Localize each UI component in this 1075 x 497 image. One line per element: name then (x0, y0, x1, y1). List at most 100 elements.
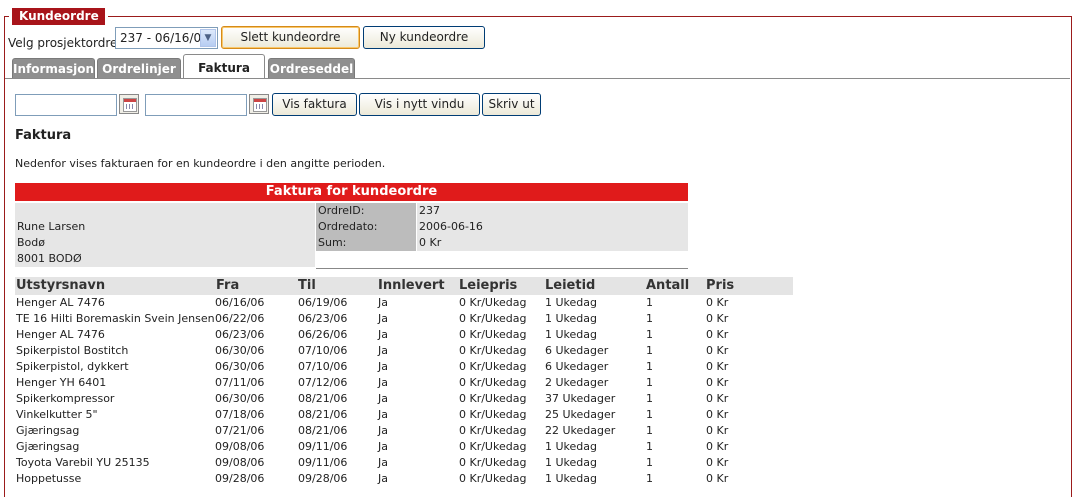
show-new-window-button[interactable]: Vis i nytt vindu (359, 93, 480, 116)
cell-rent-price: 0 Kr/Ukedag (459, 424, 527, 437)
calendar-icon[interactable] (119, 94, 139, 114)
table-row: Toyota Varebil YU 25135 09/08/06 09/11/06 J… (15, 455, 793, 471)
cell-rent-period: 22 Ukedager (545, 424, 616, 437)
column-header: Utstyrsnavn (16, 278, 106, 293)
cell-item-name: Gjæringsag (16, 424, 80, 437)
cell-to-date: 06/19/06 (298, 296, 348, 309)
cell-returned: Ja (378, 456, 388, 469)
cell-to-date: 07/10/06 (298, 360, 348, 373)
cell-from-date: 06/30/06 (215, 344, 265, 357)
cell-rent-period: 1 Ukedag (545, 312, 597, 325)
cell-rent-price: 0 Kr/Ukedag (459, 312, 527, 325)
column-header: Fra (216, 278, 240, 293)
page-description: Nedenfor vises fakturaen for en kundeord… (15, 157, 386, 170)
cell-rent-period: 1 Ukedag (545, 296, 597, 309)
column-header: Leiepris (459, 278, 518, 293)
table-row: Henger YH 6401 07/11/06 07/12/06 Ja 0 Kr/Uke… (15, 375, 793, 391)
cell-price: 0 Kr (706, 344, 729, 357)
cell-rent-period: 1 Ukedag (545, 328, 597, 341)
cell-from-date: 06/30/06 (215, 392, 265, 405)
cell-rent-price: 0 Kr/Ukedag (459, 376, 527, 389)
cell-returned: Ja (378, 408, 388, 421)
cell-to-date: 07/12/06 (298, 376, 348, 389)
cell-returned: Ja (378, 424, 388, 437)
cell-rent-period: 2 Ukedager (545, 376, 609, 389)
cell-rent-price: 0 Kr/Ukedag (459, 344, 527, 357)
cell-returned: Ja (378, 296, 388, 309)
cell-from-date: 06/23/06 (215, 328, 265, 341)
cell-returned: Ja (378, 440, 388, 453)
cell-to-date: 06/23/06 (298, 312, 348, 325)
tab-ordrelinjer[interactable]: Ordrelinjer (97, 58, 181, 78)
cell-returned: Ja (378, 312, 388, 325)
cell-quantity: 1 (646, 360, 653, 373)
cell-item-name: Henger AL 7476 (16, 296, 105, 309)
cell-price: 0 Kr (706, 440, 729, 453)
date-from-input[interactable] (15, 94, 117, 116)
cell-quantity: 1 (646, 328, 653, 341)
project-select-value: 237 - 06/16/06 (120, 31, 209, 45)
table-row: Spikerpistol, dykkert 06/30/06 07/10/06 Ja 0… (15, 359, 793, 375)
new-order-button[interactable]: Ny kundeordre (363, 26, 485, 49)
table-row: Spikerkompressor 06/30/06 08/21/06 Ja 0 Kr/U… (15, 391, 793, 407)
cell-from-date: 06/30/06 (215, 360, 265, 373)
order-sum-value: 0 Kr (417, 235, 688, 251)
tab-faktura[interactable]: Faktura (183, 54, 265, 79)
print-button[interactable]: Skriv ut (482, 93, 541, 116)
cell-quantity: 1 (646, 296, 653, 309)
chevron-down-icon[interactable]: ▼ (200, 29, 216, 47)
cell-price: 0 Kr (706, 360, 729, 373)
frame-legend: Kundeordre (9, 5, 108, 28)
cell-to-date: 08/21/06 (298, 408, 348, 421)
cell-returned: Ja (378, 328, 388, 341)
cell-returned: Ja (378, 392, 388, 405)
customer-name: Rune Larsen (15, 219, 315, 235)
tab-ordreseddel[interactable]: Ordreseddel (268, 58, 355, 78)
cell-rent-price: 0 Kr/Ukedag (459, 440, 527, 453)
cell-rent-period: 6 Ukedager (545, 360, 609, 373)
cell-rent-period: 1 Ukedag (545, 456, 597, 469)
cell-item-name: Gjæringsag (16, 440, 80, 453)
cell-item-name: Henger AL 7476 (16, 328, 105, 341)
cell-to-date: 06/26/06 (298, 328, 348, 341)
date-to-input[interactable] (145, 94, 247, 116)
cell-from-date: 09/08/06 (215, 456, 265, 469)
cell-to-date: 08/21/06 (298, 392, 348, 405)
cell-from-date: 07/18/06 (215, 408, 265, 421)
cell-rent-period: 1 Ukedag (545, 440, 597, 453)
order-sum-label: Sum: (316, 235, 416, 251)
cell-price: 0 Kr (706, 296, 729, 309)
delete-order-button[interactable]: Slett kundeordre (221, 26, 360, 49)
cell-quantity: 1 (646, 424, 653, 437)
cell-returned: Ja (378, 360, 388, 373)
cell-to-date: 09/11/06 (298, 456, 348, 469)
cell-quantity: 1 (646, 456, 653, 469)
cell-from-date: 06/22/06 (215, 312, 265, 325)
order-date-value: 2006-06-16 (417, 219, 688, 235)
tab-informasjon[interactable]: Informasjon (12, 58, 95, 78)
column-header: Leietid (545, 278, 596, 293)
column-header: Til (298, 278, 316, 293)
project-select[interactable]: 237 - 06/16/06 ▼ (115, 27, 218, 49)
cell-from-date: 09/08/06 (215, 440, 265, 453)
tab-divider (5, 78, 1070, 79)
cell-to-date: 08/21/06 (298, 424, 348, 437)
table-row: Gjæringsag 09/08/06 09/11/06 Ja 0 Kr/Ukedag 1… (15, 439, 793, 455)
table-row: Henger AL 7476 06/23/06 06/26/06 Ja 0 Kr/Uke… (15, 327, 793, 343)
cell-to-date: 09/11/06 (298, 440, 348, 453)
cell-rent-period: 25 Ukedager (545, 408, 616, 421)
cell-quantity: 1 (646, 376, 653, 389)
table-row: Vinkelkutter 5" 07/18/06 08/21/06 Ja 0 Kr/Uk… (15, 407, 793, 423)
cell-quantity: 1 (646, 312, 653, 325)
show-invoice-button[interactable]: Vis faktura (272, 93, 357, 116)
cell-item-name: Spikerpistol, dykkert (16, 360, 129, 373)
order-id-label: OrdreID: (316, 203, 416, 219)
calendar-icon[interactable] (249, 94, 269, 114)
customer-postal: 8001 BODØ (15, 251, 315, 267)
cell-item-name: Spikerkompressor (16, 392, 115, 405)
cell-item-name: Vinkelkutter 5" (16, 408, 98, 421)
cell-price: 0 Kr (706, 376, 729, 389)
cell-rent-price: 0 Kr/Ukedag (459, 328, 527, 341)
cell-quantity: 1 (646, 344, 653, 357)
table-row: TE 16 Hilti Boremaskin Svein Jensen 06/22… (15, 311, 793, 327)
